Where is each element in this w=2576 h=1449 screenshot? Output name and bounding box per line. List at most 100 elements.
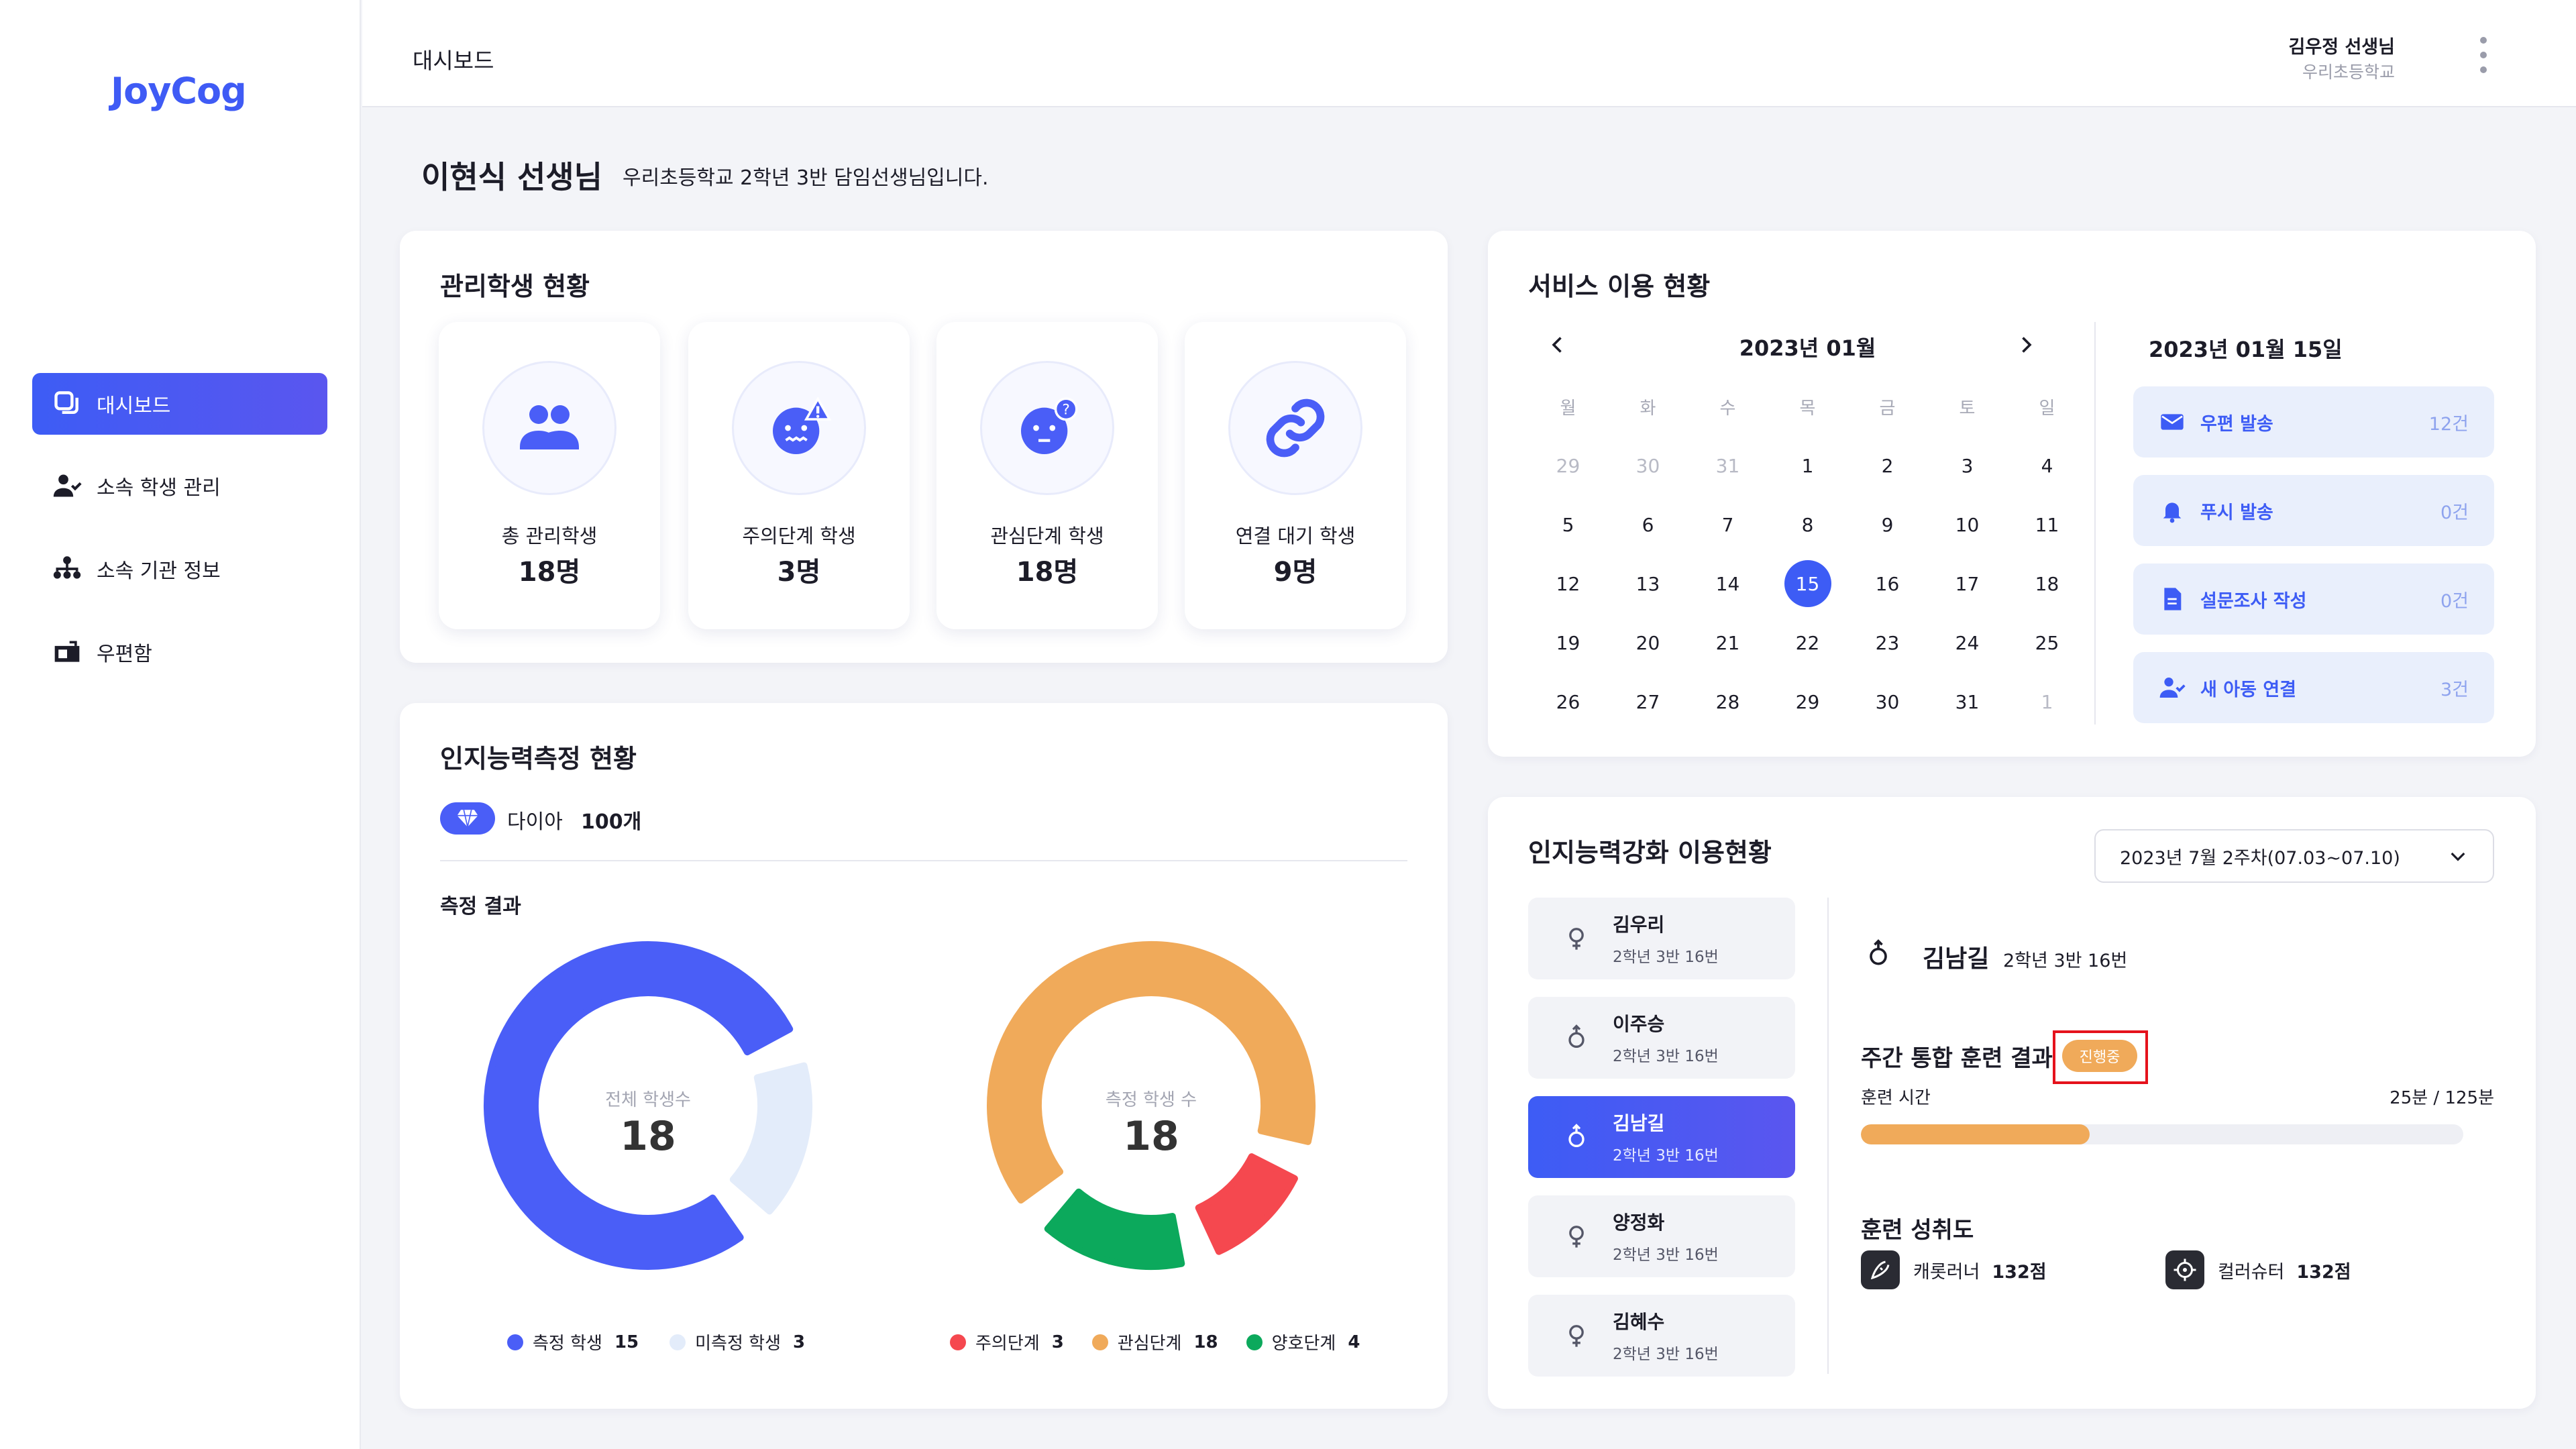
sidebar-item-label: 소속 학생 관리 — [97, 476, 221, 500]
calendar-day[interactable]: 27 — [1608, 672, 1688, 731]
student-name: 김우리 — [1613, 914, 1665, 936]
calendar-day[interactable]: 11 — [2007, 495, 2087, 554]
chevron-right-icon[interactable] — [2014, 333, 2038, 357]
sidebar-item-organization[interactable]: 소속 기관 정보 — [32, 538, 327, 600]
legend-value: 4 — [1348, 1332, 1360, 1352]
calendar-text: 1 — [1801, 454, 1814, 477]
student-class: 2학년 3반 16번 — [1613, 1147, 1719, 1165]
service-item-push[interactable]: 푸시 발송 0건 — [2133, 475, 2494, 546]
stat-label: 주의단계 학생 — [742, 525, 856, 547]
calendar-text: 16 — [1875, 572, 1900, 595]
calendar-day[interactable]: 24 — [1927, 613, 2007, 672]
calendar-day[interactable]: 28 — [1688, 672, 1768, 731]
calendar-day[interactable]: 31 — [1688, 436, 1768, 495]
calendar-day[interactable]: 10 — [1927, 495, 2007, 554]
calendar-month: 2023년 01월 — [1739, 335, 1876, 361]
divider — [2094, 322, 2096, 724]
calendar-day[interactable]: 4 — [2007, 436, 2087, 495]
calendar-day[interactable]: 31 — [1927, 672, 2007, 731]
calendar-day[interactable]: 19 — [1528, 613, 1608, 672]
stat-interest-students[interactable]: ? 관심단계 학생 18명 — [936, 322, 1158, 629]
calendar-text: 18 — [2035, 572, 2059, 595]
service-count: 0건 — [2440, 590, 2469, 612]
service-label: 우편 발송 — [2200, 413, 2273, 435]
calendar-day[interactable]: 29 — [1768, 672, 1847, 731]
female-icon — [1569, 1325, 1584, 1347]
calendar-text: 14 — [1715, 572, 1740, 595]
donut-center-value: 18 — [620, 1113, 676, 1160]
calendar-day[interactable]: 8 — [1768, 495, 1847, 554]
app-logo[interactable]: JoyCog — [111, 70, 247, 112]
calendar-day[interactable]: 30 — [1847, 672, 1927, 731]
calendar-day[interactable]: 23 — [1847, 613, 1927, 672]
diamond-label: 다이아 — [507, 810, 563, 834]
student-name: 양정화 — [1613, 1212, 1665, 1234]
calendar-day[interactable]: 22 — [1768, 613, 1847, 672]
calendar-day[interactable]: 20 — [1608, 613, 1688, 672]
calendar-day[interactable]: 12 — [1528, 554, 1608, 613]
legend-dot — [950, 1334, 966, 1350]
icon-circle: ? — [980, 361, 1114, 495]
calendar-day[interactable]: 5 — [1528, 495, 1608, 554]
calendar-day[interactable]: 25 — [2007, 613, 2087, 672]
stat-pending-students[interactable]: 연결 대기 학생 9명 — [1185, 322, 1406, 629]
stat-total-students[interactable]: 총 관리학생 18명 — [439, 322, 660, 629]
sidebar-item-dashboard[interactable]: 대시보드 — [32, 373, 327, 435]
weekday-label: 수 — [1688, 377, 1768, 436]
service-item-survey[interactable]: 설문조사 작성 0건 — [2133, 564, 2494, 635]
calendar-day[interactable]: 1 — [1768, 436, 1847, 495]
week-select[interactable]: 2023년 7월 2주차(07.03~07.10) — [2094, 829, 2494, 883]
stat-warning-students[interactable]: 주의단계 학생 3명 — [688, 322, 910, 629]
calendar-day[interactable]: 1 — [2007, 672, 2087, 731]
sidebar-item-mailbox[interactable]: 우편함 — [32, 621, 327, 683]
calendar-day[interactable]: 9 — [1847, 495, 1927, 554]
calendar-week: 19 20 21 22 23 24 25 — [1528, 613, 2087, 672]
service-item-mail[interactable]: 우편 발송 12건 — [2133, 386, 2494, 458]
time-label: 훈련 시간 — [1861, 1088, 1931, 1108]
calendar-day[interactable]: 17 — [1927, 554, 2007, 613]
calendar-day[interactable]: 29 — [1528, 436, 1608, 495]
service-items: 우편 발송 12건 푸시 발송 0건 설문조사 작성 0건 새 아동 연결 3건 — [2133, 386, 2494, 723]
calendar-day[interactable]: 16 — [1847, 554, 1927, 613]
sidebar-item-students[interactable]: 소속 학생 관리 — [32, 455, 327, 517]
game-name: 캐롯러너 — [1913, 1261, 1980, 1283]
calendar-day[interactable]: 30 — [1608, 436, 1688, 495]
student-item-selected[interactable]: 김남길 2학년 3반 16번 — [1528, 1096, 1795, 1178]
cognitive-measure-card: 인지능력측정 현황 다이아 100개 측정 결과 전체 학생수 18 측정 학생… — [400, 703, 1448, 1409]
user-name[interactable]: 김우정 선생님 — [2289, 32, 2395, 58]
student-name: 김혜수 — [1613, 1311, 1665, 1333]
calendar-day[interactable]: 13 — [1608, 554, 1688, 613]
calendar-day[interactable]: 18 — [2007, 554, 2087, 613]
calendar-text: 25 — [2035, 631, 2059, 654]
users-icon — [520, 405, 579, 449]
mail-icon — [2161, 414, 2184, 430]
calendar-text: 화 — [1640, 398, 1656, 419]
teacher-description: 우리초등학교 2학년 3반 담임선생님입니다. — [623, 166, 989, 190]
stat-label: 총 관리학생 — [501, 525, 598, 547]
donut-chart-measured: 전체 학생수 18 — [484, 941, 812, 1270]
male-icon — [1870, 939, 1887, 965]
card-title: 인지능력측정 현황 — [440, 744, 637, 773]
calendar-text: 9 — [1881, 513, 1894, 536]
service-item-connect[interactable]: 새 아동 연결 3건 — [2133, 652, 2494, 723]
calendar-day[interactable]: 26 — [1528, 672, 1608, 731]
student-item[interactable]: 김혜수 2학년 3반 16번 — [1528, 1295, 1795, 1377]
calendar-day[interactable]: 3 — [1927, 436, 2007, 495]
student-list: 김우리 2학년 3반 16번 이주승 2학년 3반 16번 김남길 2학년 3반 16… — [1528, 898, 1795, 1381]
more-menu-icon[interactable] — [2475, 35, 2491, 75]
student-item[interactable]: 이주승 2학년 3반 16번 — [1528, 997, 1795, 1079]
calendar-weekdays: 월화수목금토일 — [1528, 377, 2087, 436]
legend-label: 관심단계 — [1117, 1334, 1182, 1354]
student-item[interactable]: 양정화 2학년 3반 16번 — [1528, 1195, 1795, 1277]
calendar-day[interactable]: 2 — [1847, 436, 1927, 495]
student-class: 2학년 3반 16번 — [1613, 1346, 1719, 1363]
selected-date-title: 2023년 01월 15일 — [2149, 337, 2343, 362]
calendar-day[interactable]: 21 — [1688, 613, 1768, 672]
calendar-day[interactable]: 14 — [1688, 554, 1768, 613]
service-label: 설문조사 작성 — [2200, 590, 2307, 612]
calendar-day-selected[interactable]: 15 — [1768, 554, 1847, 613]
student-item[interactable]: 김우리 2학년 3반 16번 — [1528, 898, 1795, 979]
user-check-icon — [53, 474, 82, 497]
calendar-day[interactable]: 7 — [1688, 495, 1768, 554]
calendar-day[interactable]: 6 — [1608, 495, 1688, 554]
